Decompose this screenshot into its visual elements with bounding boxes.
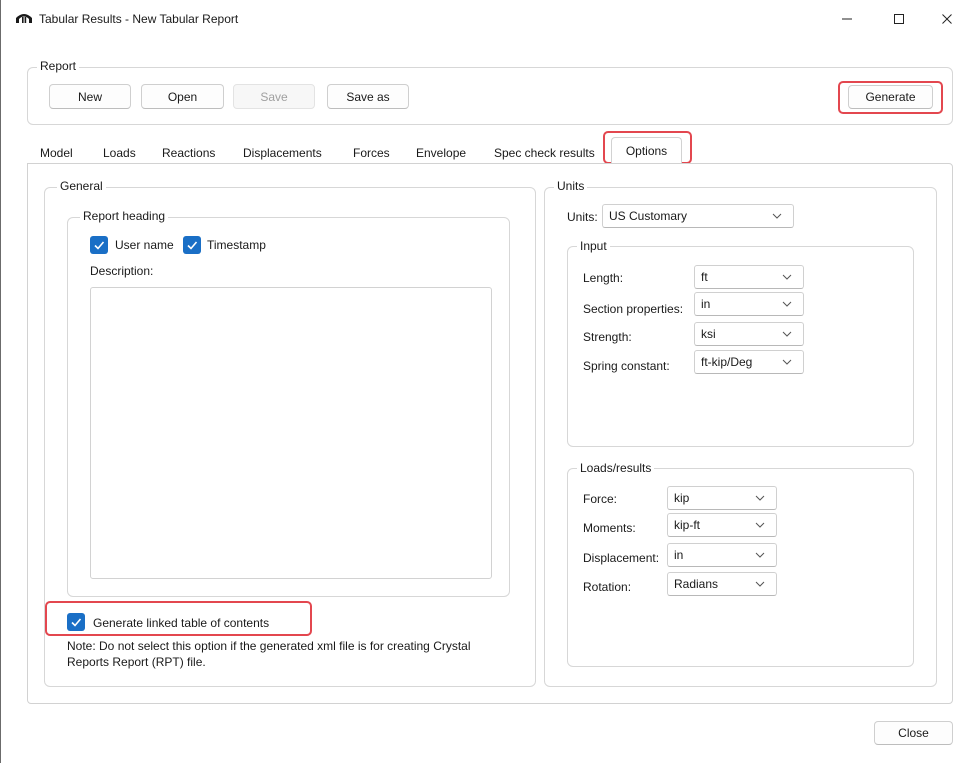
rotation-select-value: Radians	[674, 577, 719, 591]
spring-constant-select-value: ft-kip/Deg	[701, 355, 753, 369]
user-name-label: User name	[115, 238, 174, 252]
rotation-select[interactable]: Radians	[667, 572, 777, 596]
tab-reactions[interactable]: Reactions	[162, 146, 215, 160]
window-title: Tabular Results - New Tabular Report	[39, 12, 239, 26]
chevron-down-icon	[772, 213, 782, 219]
section-properties-select-value: in	[701, 297, 711, 311]
length-select[interactable]: ft	[694, 265, 804, 289]
force-label: Force:	[583, 492, 618, 506]
title-bar: Tabular Results - New Tabular Report	[0, 0, 959, 40]
tab-envelope[interactable]: Envelope	[416, 146, 466, 160]
linked-toc-label: Generate linked table of contents	[93, 616, 270, 630]
open-button[interactable]: Open	[141, 84, 224, 109]
displacement-select-value: in	[674, 548, 684, 562]
description-textarea[interactable]	[90, 287, 492, 579]
force-select[interactable]: kip	[667, 486, 777, 510]
tab-displacements[interactable]: Displacements	[243, 146, 322, 160]
length-select-value: ft	[701, 270, 708, 284]
units-select[interactable]: US Customary	[602, 204, 794, 228]
timestamp-checkbox[interactable]	[183, 236, 201, 254]
generate-button[interactable]: Generate	[848, 85, 933, 109]
tab-loads[interactable]: Loads	[103, 146, 136, 160]
chevron-down-icon	[782, 274, 792, 280]
maximize-icon	[894, 14, 904, 24]
units-legend: Units	[554, 179, 588, 193]
displacement-label: Displacement:	[583, 551, 660, 565]
moments-select-value: kip-ft	[674, 518, 701, 532]
chevron-down-icon	[755, 495, 765, 501]
note-line-1: Note: Do not select this option if the g…	[67, 639, 471, 653]
length-label: Length:	[583, 271, 624, 285]
user-name-checkbox[interactable]	[90, 236, 108, 254]
moments-select[interactable]: kip-ft	[667, 513, 777, 537]
units-select-value: US Customary	[609, 209, 688, 223]
tab-options[interactable]: Options	[611, 137, 682, 163]
section-properties-select[interactable]: in	[694, 292, 804, 316]
loads-results-legend: Loads/results	[577, 461, 655, 475]
timestamp-label: Timestamp	[207, 238, 266, 252]
units-label: Units:	[567, 210, 598, 224]
spring-constant-label: Spring constant:	[583, 359, 670, 373]
checkmark-icon	[94, 241, 105, 250]
report-legend: Report	[37, 59, 80, 73]
displacement-select[interactable]: in	[667, 543, 777, 567]
rotation-label: Rotation:	[583, 580, 632, 594]
close-window-button[interactable]	[929, 6, 959, 32]
chevron-down-icon	[755, 522, 765, 528]
section-properties-label: Section properties:	[583, 302, 684, 316]
chevron-down-icon	[782, 331, 792, 337]
report-heading-legend: Report heading	[80, 209, 169, 223]
app-bridge-icon	[16, 14, 32, 23]
spring-constant-select[interactable]: ft-kip/Deg	[694, 350, 804, 374]
checkmark-icon	[71, 618, 82, 627]
save-button[interactable]: Save	[233, 84, 315, 109]
strength-select-value: ksi	[701, 327, 716, 341]
chevron-down-icon	[755, 581, 765, 587]
force-select-value: kip	[674, 491, 690, 505]
linked-toc-checkbox[interactable]	[67, 613, 85, 631]
new-button[interactable]: New	[49, 84, 131, 109]
tab-options-label: Options	[625, 143, 668, 158]
general-legend: General	[57, 179, 106, 193]
tab-forces[interactable]: Forces	[353, 146, 390, 160]
tab-spec-check-results[interactable]: Spec check results	[494, 146, 595, 160]
chevron-down-icon	[782, 359, 792, 365]
note-line-2: Reports Report (RPT) file.	[67, 655, 206, 669]
minimize-button[interactable]	[829, 6, 865, 32]
checkmark-icon	[187, 241, 198, 250]
tab-model[interactable]: Model	[40, 146, 73, 160]
description-label: Description:	[90, 264, 154, 278]
moments-label: Moments:	[583, 521, 636, 535]
maximize-button[interactable]	[881, 6, 917, 32]
input-legend: Input	[577, 239, 610, 253]
close-button[interactable]: Close	[874, 721, 953, 745]
chevron-down-icon	[755, 552, 765, 558]
save-as-button[interactable]: Save as	[327, 84, 409, 109]
strength-select[interactable]: ksi	[694, 322, 804, 346]
minimize-icon	[842, 18, 852, 20]
close-icon	[942, 14, 952, 24]
strength-label: Strength:	[583, 330, 632, 344]
chevron-down-icon	[782, 301, 792, 307]
